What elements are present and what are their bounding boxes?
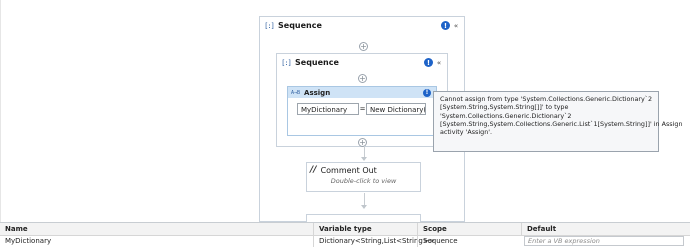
warning-icon[interactable]: ! [423,88,431,97]
assign-icon: A→B [291,89,301,96]
tooltip-line: 'System.Collections.Generic.Dictionary`2 [440,111,572,120]
variable-name[interactable]: MyDictionary [0,235,313,247]
column-header-name[interactable]: Name [0,223,313,235]
add-activity-icon[interactable]: + [358,74,367,83]
tooltip-line: [System.String,System.Collections.Generi… [440,119,683,128]
outer-sequence-title: Sequence [278,21,322,30]
inner-sequence[interactable]: [:] Sequence ! « + A→B Assign ! MyDictio… [276,53,448,147]
warning-icon[interactable]: ! [424,58,433,67]
connector-arrow-icon [361,205,367,209]
outer-sequence-header[interactable]: [:] Sequence ! « [260,17,464,34]
collapse-icon[interactable]: « [452,22,460,30]
inner-sequence-title: Sequence [295,58,339,67]
connector-line [364,193,365,205]
variable-type[interactable]: Dictionary<String,List<String>> [313,235,435,247]
assign-to-field[interactable]: MyDictionary [297,103,359,115]
tooltip-line: [System.String,System.String[]]' to type [440,103,569,112]
assign-activity[interactable]: A→B Assign ! MyDictionary = New Dictiona… [287,86,437,136]
tooltip-line: Cannot assign from type 'System.Collecti… [440,95,653,103]
variables-panel: Name Variable type Scope Default MyDicti… [0,222,690,247]
comment-out-title: Comment Out [320,165,377,175]
column-header-scope[interactable]: Scope [417,223,521,235]
default-value-input[interactable]: Enter a VB expression [524,236,684,246]
sequence-icon: [:] [281,58,292,67]
assign-value-field[interactable]: New Dictionary(Of [366,103,426,115]
collapse-icon[interactable]: « [435,59,443,67]
variable-scope[interactable]: Sequence [417,235,521,247]
assign-fields: MyDictionary = New Dictionary(Of [297,103,426,115]
designer-canvas: [:] Sequence ! « + [:] Sequence ! « + A→… [0,0,690,222]
column-header-type[interactable]: Variable type [313,223,417,235]
column-header-default[interactable]: Default [521,223,690,235]
variable-row[interactable]: MyDictionary Dictionary<String,List<Stri… [0,235,690,247]
inner-sequence-header[interactable]: [:] Sequence ! « [277,54,447,71]
comment-out-icon: // [310,165,317,175]
validation-error-tooltip: Cannot assign from type 'System.Collecti… [433,91,683,152]
add-activity-icon[interactable]: + [358,138,367,147]
tooltip-line: activity 'Assign'. [440,128,493,137]
assign-header[interactable]: A→B Assign ! [288,87,436,98]
assign-title: Assign [304,88,331,97]
sequence-icon: [:] [264,21,275,30]
warning-icon[interactable]: ! [441,21,450,30]
comment-out-activity[interactable]: // Comment Out Double-click to view [306,162,421,192]
connector-arrow-icon [361,157,367,161]
comment-out-header[interactable]: // Comment Out [307,163,420,177]
equals-sign: = [359,105,366,113]
add-activity-icon[interactable]: + [359,42,368,51]
next-activity[interactable] [306,214,421,222]
comment-out-hint: Double-click to view [330,177,397,185]
